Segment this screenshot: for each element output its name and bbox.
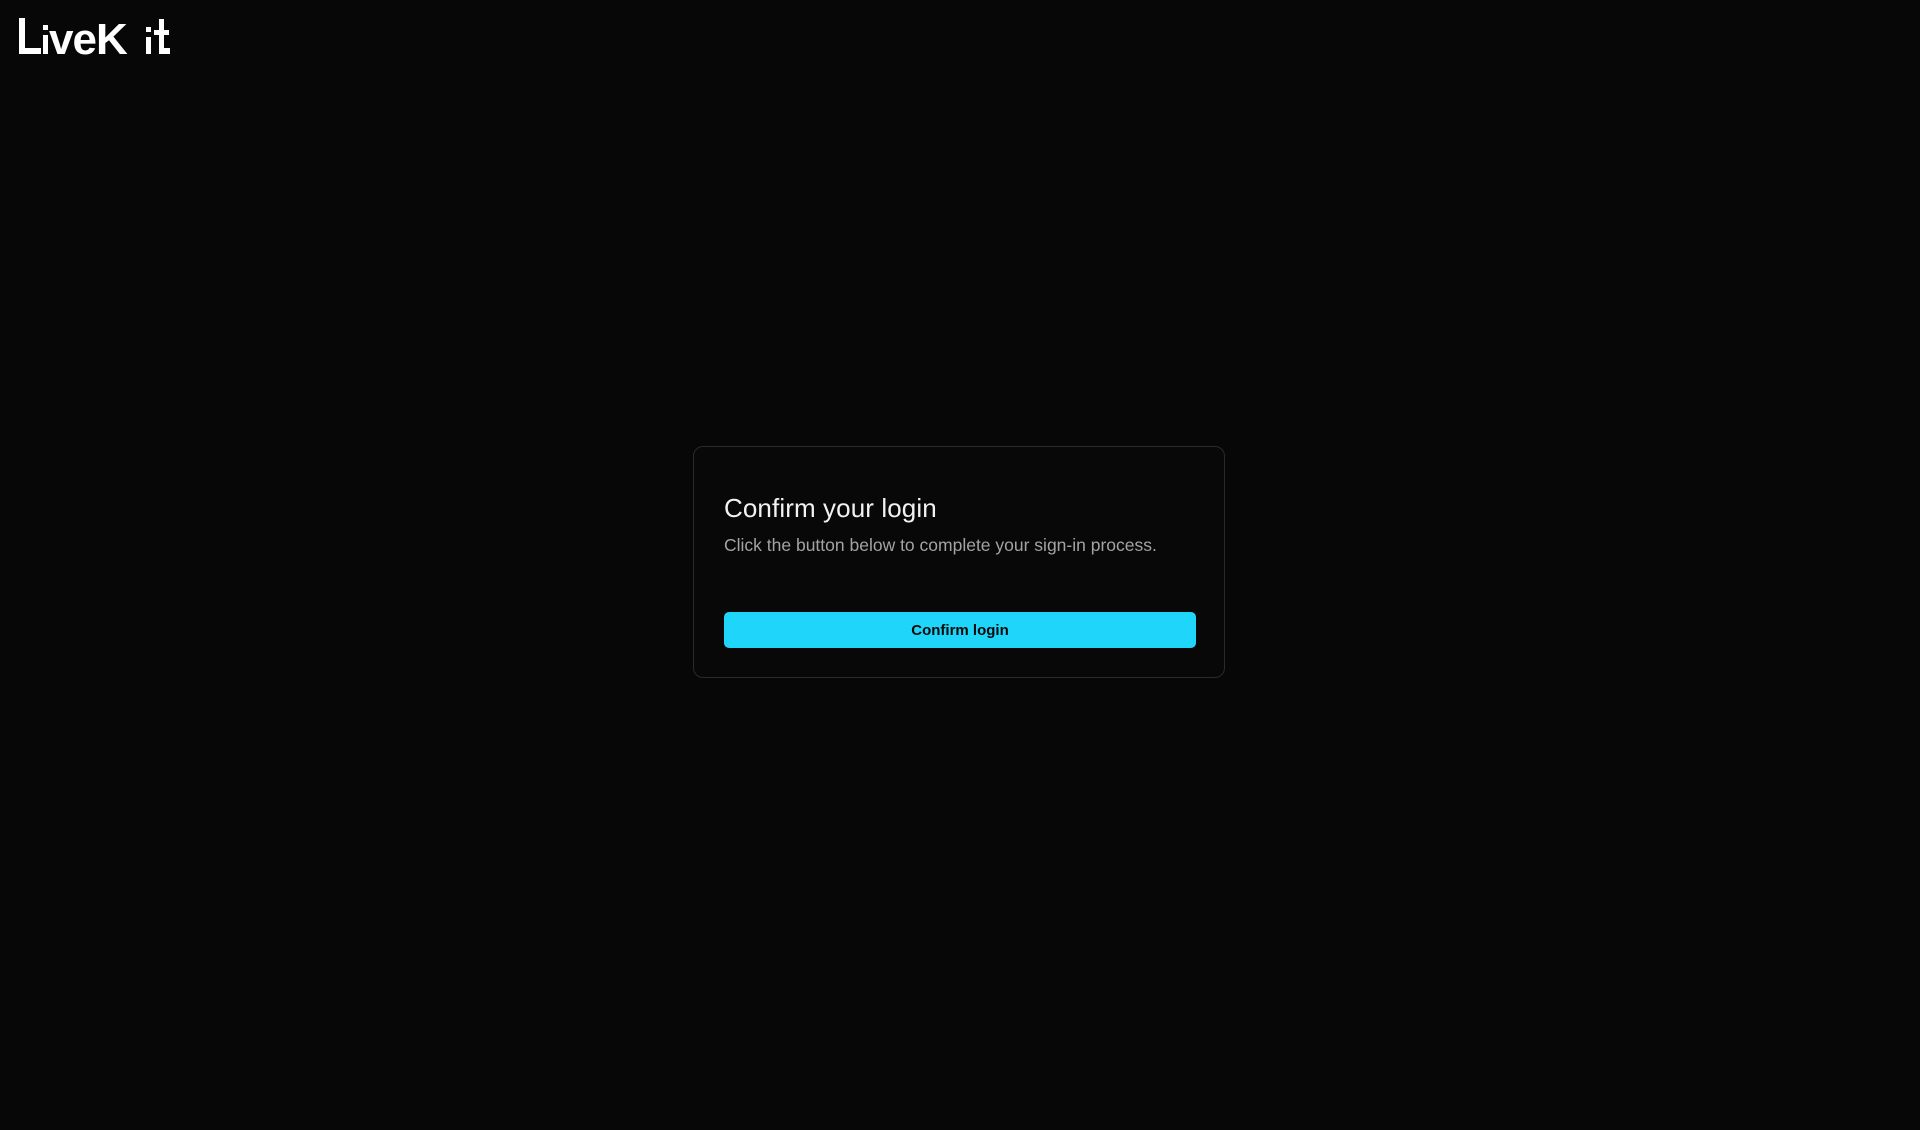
card-title: Confirm your login (724, 493, 937, 523)
confirm-login-button[interactable]: Confirm login (724, 612, 1196, 648)
login-confirmation-card: Confirm your login Click the button belo… (693, 446, 1225, 678)
livekit-logo-icon: veK (19, 15, 170, 61)
page: veK Confirm your login Click the button … (0, 0, 1920, 1130)
livekit-logo[interactable]: veK (19, 15, 179, 61)
card-description: Click the button below to complete your … (724, 535, 1157, 555)
svg-text:veK: veK (49, 15, 128, 61)
